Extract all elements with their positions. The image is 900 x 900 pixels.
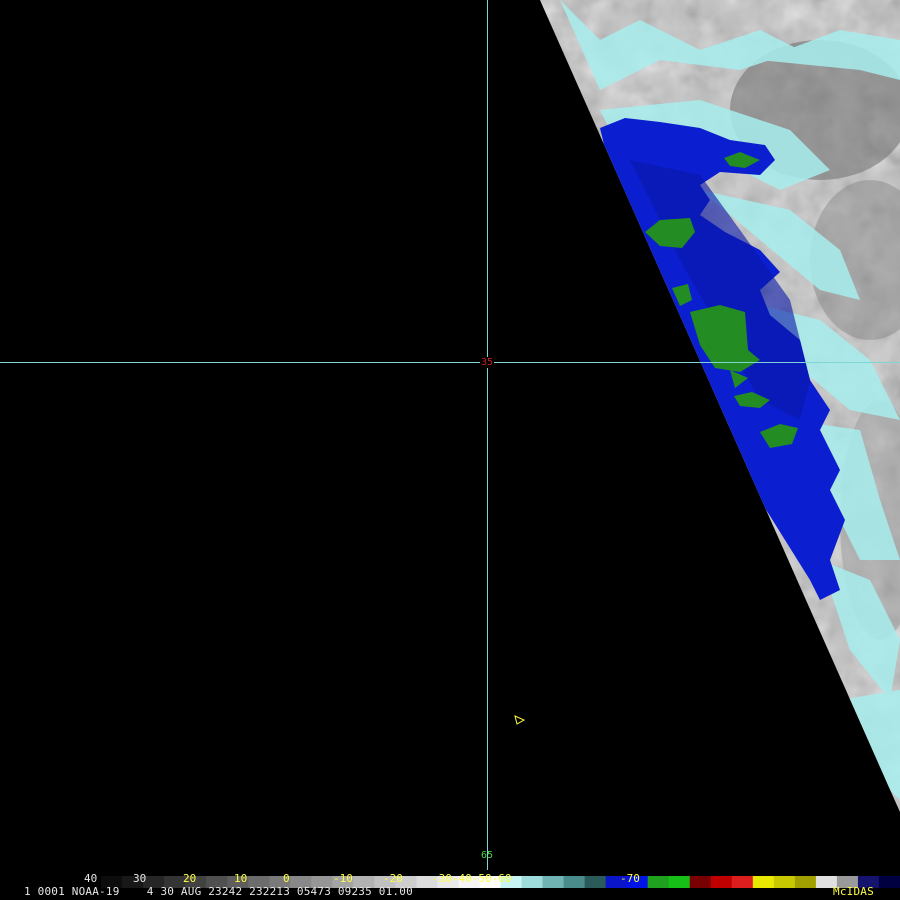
scale-band [710, 876, 733, 888]
scale-label: -30-40-50-60 [432, 872, 512, 885]
scale-label: 0 [283, 872, 290, 885]
scale-band [668, 876, 691, 888]
image-info-text: 1 0001 NOAA-19 4 30 AUG 23242 232213 054… [24, 885, 413, 898]
scale-band [731, 876, 754, 888]
scale-band [521, 876, 544, 888]
scale-band [584, 876, 607, 888]
scale-label: 30 [133, 872, 147, 885]
scale-label: 10 [234, 872, 248, 885]
scale-label: -10 [333, 872, 353, 885]
scale-label: -70 [620, 872, 640, 885]
satellite-image [0, 0, 900, 900]
scale-band [563, 876, 586, 888]
scale-band [647, 876, 670, 888]
latitude-label: 35 [480, 357, 495, 368]
mcidas-label: McIDAS [833, 885, 874, 898]
scale-band [794, 876, 817, 888]
scale-label: 20 [183, 872, 197, 885]
scale-label: -20 [383, 872, 403, 885]
scale-band [542, 876, 565, 888]
scale-band [689, 876, 712, 888]
scale-label: 40 [84, 872, 98, 885]
longitude-label: 65 [481, 850, 494, 861]
scale-band [752, 876, 775, 888]
scale-band [773, 876, 796, 888]
scale-band [878, 876, 900, 888]
